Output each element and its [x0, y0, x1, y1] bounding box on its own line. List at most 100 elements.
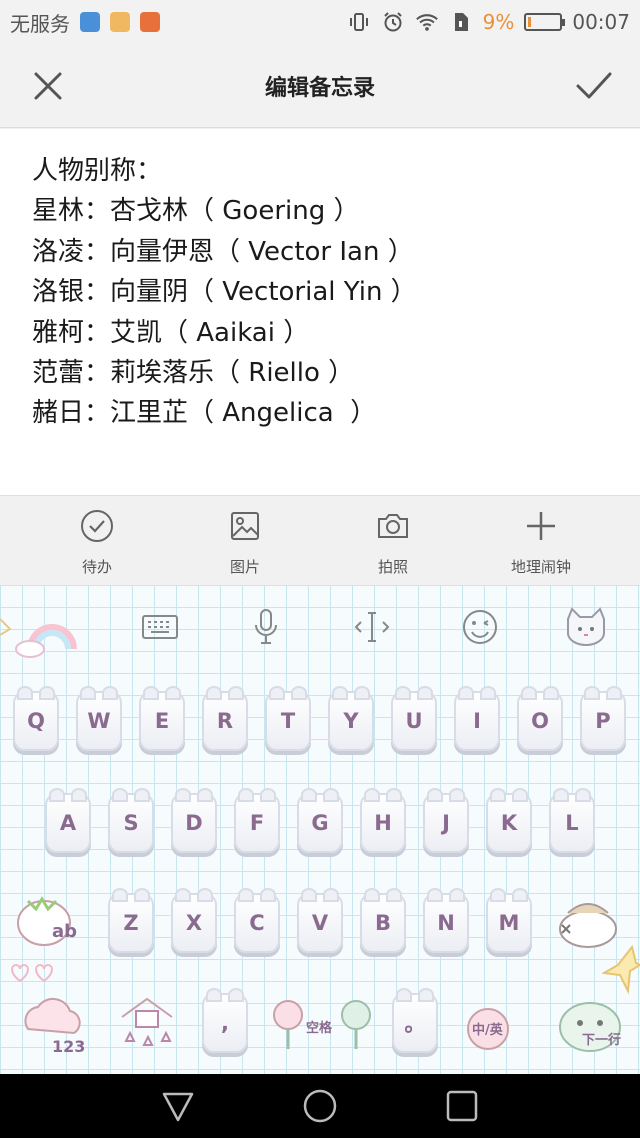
key-row3-2[interactable]: C: [234, 888, 280, 953]
emoji-icon: [463, 610, 497, 644]
cursor-move-button[interactable]: [350, 605, 394, 649]
battery-icon: [524, 13, 566, 31]
symbol-icon: [121, 997, 173, 1046]
delete-key[interactable]: [554, 895, 624, 951]
note-text-area[interactable]: 人物别称： 星林：杏戈林（ Goering ） 洛凌：向量伊恩（ Vector …: [0, 129, 640, 495]
carrier-text: 无服务: [10, 11, 70, 36]
cursor-icon: [354, 612, 390, 642]
switch-key[interactable]: ab: [14, 885, 84, 949]
keyboard-icon: [142, 615, 178, 639]
hearts-decoration: [10, 964, 54, 983]
enter-key[interactable]: 下一行: [546, 995, 634, 1055]
image-label: 图片: [229, 558, 260, 576]
space-label: 空格: [306, 1021, 333, 1036]
add-icon: [527, 512, 555, 540]
keyboard-switch-button[interactable]: [138, 605, 182, 649]
rainbow-cloud-decoration: [0, 618, 77, 658]
microphone-icon: [255, 609, 277, 644]
switch-label: ab: [52, 921, 78, 942]
key-row2-2[interactable]: D: [171, 788, 217, 853]
key-row1-6[interactable]: U: [391, 686, 437, 751]
key-row3-4[interactable]: B: [360, 888, 406, 953]
key-row1-3[interactable]: R: [202, 686, 248, 751]
key-row1-2[interactable]: E: [139, 686, 185, 751]
space-key[interactable]: 空格: [268, 993, 378, 1053]
note-line: 赭日：江里芷（ Angelica ）: [32, 398, 377, 429]
note-toolbar: 待办 图片 拍照 地理闹钟: [0, 495, 640, 585]
battery-percent: 9%: [482, 10, 515, 34]
checklist-icon: [81, 510, 113, 542]
done-button[interactable]: [572, 64, 616, 108]
number-label: 123: [52, 1037, 86, 1056]
key-row3-5[interactable]: N: [423, 888, 469, 953]
checkmark-icon: [576, 72, 612, 99]
voice-input-button[interactable]: [244, 605, 288, 649]
note-line: 人物别称：: [32, 156, 163, 186]
key-row2-0[interactable]: A: [45, 788, 91, 853]
camera-icon: [378, 514, 408, 538]
key-row2-1[interactable]: S: [108, 788, 154, 853]
note-line: 雅柯：艾凯（ Aaikai ）: [32, 317, 310, 348]
key-row1-9[interactable]: P: [580, 686, 626, 751]
alarm-icon: [381, 10, 405, 34]
note-line: 范蕾：莉埃落乐（ Riello ）: [32, 358, 355, 389]
emoji-button[interactable]: [458, 605, 502, 649]
status-bar: 无服务 9% 00:07: [0, 0, 640, 44]
key-row2-6[interactable]: J: [423, 788, 469, 853]
vibrate-icon: [347, 10, 371, 34]
key-row1-7[interactable]: I: [454, 686, 500, 751]
image-icon: [231, 512, 259, 540]
number-key[interactable]: 123: [18, 989, 88, 1059]
key-row1-5[interactable]: Y: [328, 686, 374, 751]
home-icon: [303, 1089, 337, 1123]
back-button[interactable]: [160, 1088, 196, 1124]
key-row3-0[interactable]: Z: [108, 888, 154, 953]
todo-label: 待办: [81, 558, 112, 576]
back-icon: [162, 1092, 194, 1122]
recents-button[interactable]: [444, 1088, 480, 1124]
comma-key[interactable]: ,: [202, 988, 248, 1053]
geo-alarm-button[interactable]: 地理闹钟: [471, 508, 611, 577]
symbol-key[interactable]: [112, 993, 182, 1053]
home-button[interactable]: [302, 1088, 338, 1124]
key-row3-6[interactable]: M: [486, 888, 532, 953]
app-notification-icon: [80, 12, 100, 32]
star-decoration: [602, 945, 640, 995]
key-row2-3[interactable]: F: [234, 788, 280, 853]
title-bar: 编辑备忘录: [0, 44, 640, 128]
soft-keyboard: QWERTYUIOP ASDFGHJKL ZXCVBNM ab 123 , 。 空…: [0, 585, 640, 1074]
key-row1-4[interactable]: T: [265, 686, 311, 751]
note-line: 洛银：向量阴（ Vectorial Yin ）: [32, 277, 417, 308]
image-button[interactable]: 图片: [175, 508, 315, 577]
language-label: 中/英: [472, 1023, 503, 1038]
key-row1-8[interactable]: O: [517, 686, 563, 751]
note-line: 星林：杏戈林（ Goering ）: [32, 196, 360, 227]
key-row3-3[interactable]: V: [297, 888, 343, 953]
key-row3-1[interactable]: X: [171, 888, 217, 953]
sim-icon: [449, 10, 473, 34]
note-line: 洛凌：向量伊恩（ Vector Ian ）: [32, 236, 414, 267]
camera-label: 拍照: [377, 558, 408, 576]
key-row2-8[interactable]: L: [549, 788, 595, 853]
app-alert-icon: [140, 12, 160, 32]
skin-button[interactable]: [558, 605, 614, 649]
battery-level: [528, 17, 532, 27]
clock-time: 00:07: [572, 10, 630, 34]
navigation-bar: [0, 1074, 640, 1138]
wifi-icon: [415, 10, 439, 34]
key-row1-0[interactable]: Q: [13, 686, 59, 751]
enter-label: 下一行: [582, 1033, 622, 1048]
key-row1-1[interactable]: W: [76, 686, 122, 751]
recents-icon: [446, 1090, 478, 1122]
key-row2-4[interactable]: G: [297, 788, 343, 853]
delete-icon: [559, 903, 617, 948]
key-row2-5[interactable]: H: [360, 788, 406, 853]
language-key[interactable]: 中/英: [458, 999, 528, 1055]
key-row2-7[interactable]: K: [486, 788, 532, 853]
period-key[interactable]: 。: [392, 988, 438, 1053]
todo-button[interactable]: 待办: [27, 508, 167, 577]
page-title: 编辑备忘录: [264, 76, 375, 101]
camera-button[interactable]: 拍照: [323, 508, 463, 577]
cat-icon: [567, 607, 605, 646]
keyboard-notification-icon: [110, 12, 130, 32]
